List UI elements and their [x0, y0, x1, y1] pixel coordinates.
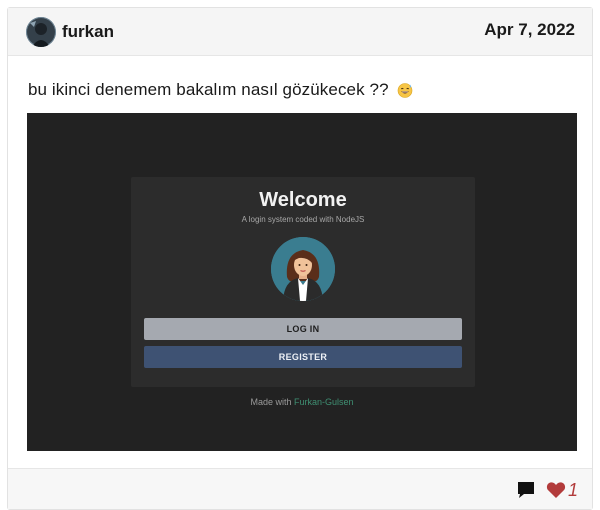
comment-icon[interactable]: [516, 480, 536, 500]
made-with-credit: Made with Furkan-Gulsen: [27, 397, 577, 407]
like-count: 1: [568, 480, 579, 500]
login-card: Welcome A login system coded with NodeJS…: [131, 177, 475, 387]
register-button[interactable]: REGISTER: [144, 346, 462, 368]
made-with-prefix: Made with: [250, 397, 292, 407]
grinning-sweat-emoji: [398, 83, 413, 98]
post-author[interactable]: furkan: [62, 22, 114, 42]
post-header: furkan Apr 7, 2022: [8, 8, 592, 56]
forum-post: furkan Apr 7, 2022 bu ikinci denemem bak…: [7, 7, 593, 510]
woman-avatar-icon: [271, 237, 335, 301]
embedded-screenshot[interactable]: Welcome A login system coded with NodeJS…: [27, 113, 577, 451]
welcome-title: Welcome: [259, 189, 347, 211]
avatar-image: [26, 17, 56, 47]
profile-illustration: [271, 237, 335, 301]
post-text: bu ikinci denemem bakalım nasıl gözükece…: [28, 80, 389, 99]
heart-icon: [546, 482, 566, 498]
made-with-author-link[interactable]: Furkan-Gulsen: [294, 397, 354, 407]
avatar[interactable]: [26, 17, 56, 47]
post-footer: 1: [8, 468, 592, 509]
welcome-subtitle: A login system coded with NodeJS: [241, 215, 365, 224]
post-date: Apr 7, 2022: [484, 20, 575, 39]
post-body: bu ikinci denemem bakalım nasıl gözükece…: [28, 80, 413, 100]
login-button[interactable]: LOG IN: [144, 318, 462, 340]
